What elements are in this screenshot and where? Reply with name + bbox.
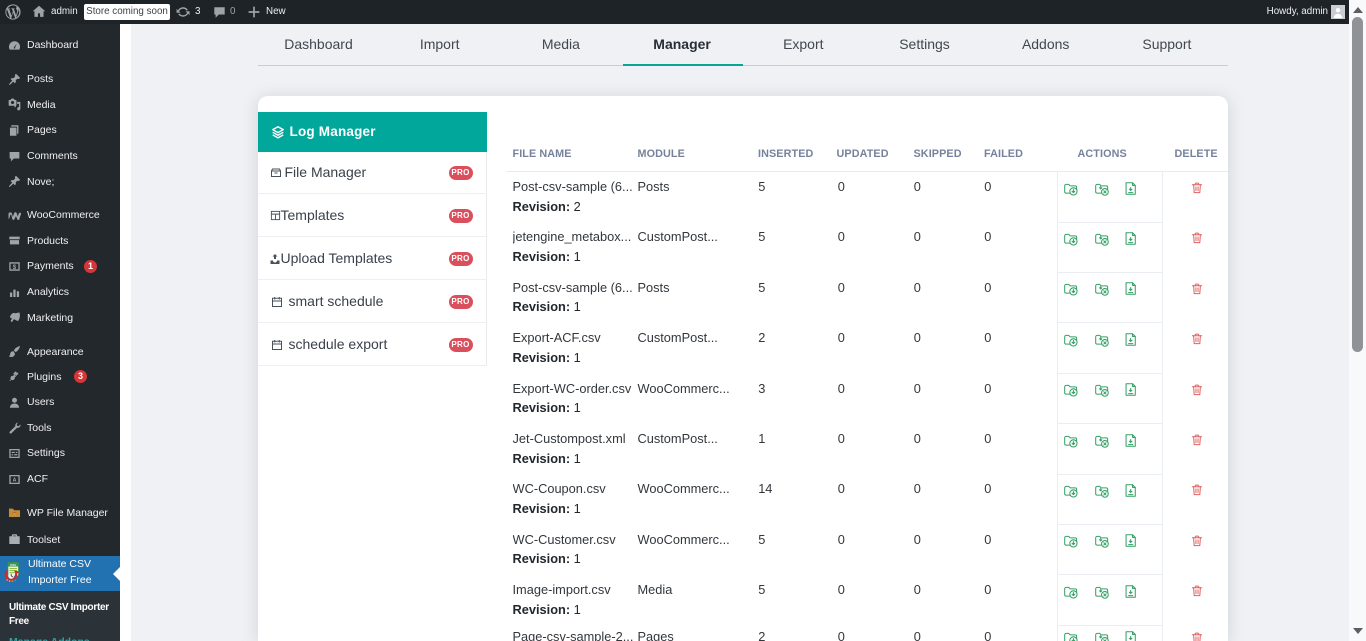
svg-text:A: A [12,477,16,483]
svg-text:CSV: CSV [10,562,16,566]
svg-text:$: $ [12,264,16,271]
